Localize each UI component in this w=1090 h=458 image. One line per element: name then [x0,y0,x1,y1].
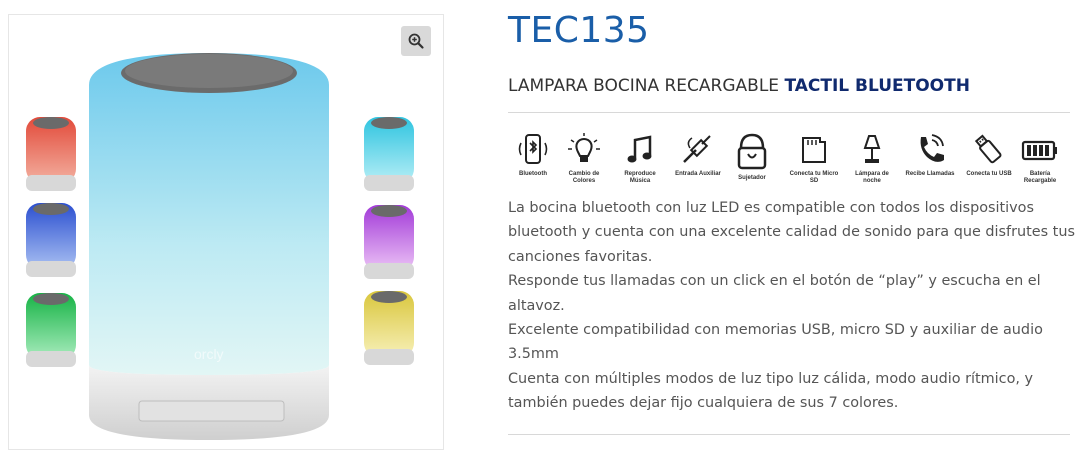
description-paragraph: Responde tus llamadas con un click en el… [508,273,1041,314]
subtitle-bold: TACTIL BLUETOOTH [784,76,970,96]
handle-icon [737,133,767,170]
feature-handle: Sujetador [726,132,778,182]
feature-aux: Entrada Auxiliar [672,132,724,178]
feature-label: Conecta tu Micro SD [789,171,839,184]
feature-label: Recibe Llamadas [905,171,955,177]
feature-calls: Recibe Llamadas [904,132,956,178]
variant-lamp-purple [364,205,414,279]
feature-label: Sujetador [738,175,766,181]
variant-lamp-blue [26,203,76,277]
feature-label: Reproduce Música [624,171,656,184]
variant-lamp-yellow [364,291,414,365]
zoom-button[interactable] [401,26,431,56]
divider [508,434,1070,435]
battery-icon [1021,140,1057,161]
variant-lamp-cyan [364,117,414,191]
brand-watermark: orcly [194,346,224,362]
main-lamp: orcly [89,53,329,440]
feature-label: Cambio de Colores [568,171,600,184]
feature-bluetooth: Bluetooth [507,132,559,178]
feature-label: Entrada Auxiliar [675,171,721,177]
bulb-icon [568,133,600,162]
phone-call-icon [920,134,944,162]
micro-sd-icon [802,137,826,163]
feature-label: Conecta tu USB [966,171,1012,177]
description-paragraph: La bocina bluetooth con luz LED es compa… [508,200,1075,265]
product-image[interactable]: orcly [9,15,443,449]
feature-label: Batería Recargable [1023,171,1057,184]
bluetooth-phone-icon [518,134,548,164]
feature-label: Bluetooth [519,171,547,177]
night-lamp-icon [863,135,881,163]
feature-micro-sd: Conecta tu Micro SD [788,132,840,185]
feature-usb: Conecta tu USB [963,132,1015,178]
description-paragraph: Excelente compatibilidad con memorias US… [508,322,1043,363]
music-note-icon [627,135,652,163]
subtitle-regular: LAMPARA BOCINA RECARGABLE [508,76,780,96]
variant-lamp-green [26,293,76,367]
feature-label: Lámpara de noche [855,171,889,184]
product-description: La bocina bluetooth con luz LED es compa… [508,196,1076,416]
feature-battery: Batería Recargable [1014,132,1066,185]
feature-icons-row: Bluetooth Cambio de Colores Reproduce Mú… [508,132,1070,192]
product-image-gallery[interactable]: orcly [8,14,444,450]
zoom-in-icon [408,33,424,49]
aux-cable-icon [683,135,711,163]
product-title: TEC135 [508,10,650,51]
divider [508,112,1070,113]
description-paragraph: Cuenta con múltiples modos de luz tipo l… [508,370,1034,412]
feature-color-change: Cambio de Colores [558,132,610,185]
feature-night-lamp: Lámpara de noche [846,132,898,185]
usb-icon [974,134,1002,164]
feature-music: Reproduce Música [614,132,666,185]
product-subtitle: LAMPARA BOCINA RECARGABLE TACTIL BLUETOO… [508,76,970,96]
variant-lamp-red [26,117,76,191]
